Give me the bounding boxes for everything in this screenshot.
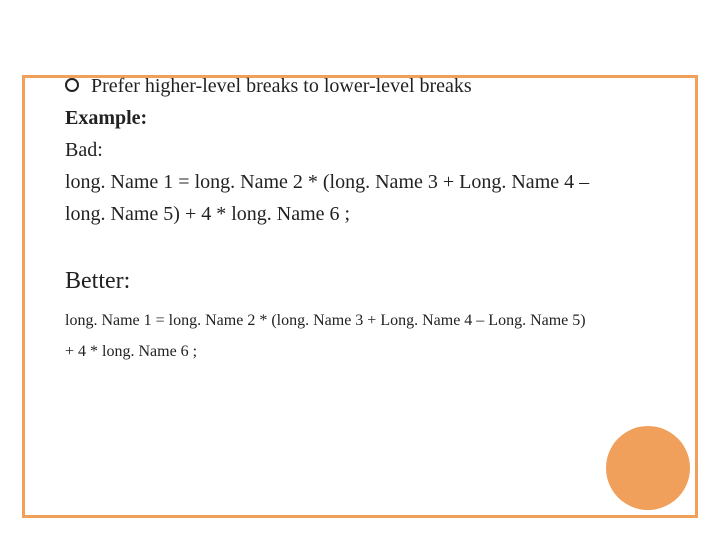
bad-code-line1: long. Name 1 = long. Name 2 * (long. Nam…	[65, 166, 655, 198]
better-code-line1: long. Name 1 = long. Name 2 * (long. Nam…	[65, 306, 655, 336]
content-area: Prefer higher-level breaks to lower-leve…	[40, 70, 680, 367]
bad-code-block: long. Name 1 = long. Name 2 * (long. Nam…	[65, 166, 655, 230]
bullet-row: Prefer higher-level breaks to lower-leve…	[65, 70, 655, 102]
better-label: Better:	[65, 262, 655, 300]
bullet-text: Prefer higher-level breaks to lower-leve…	[91, 70, 472, 102]
circle-bullet-icon	[65, 78, 79, 92]
better-code-block: long. Name 1 = long. Name 2 * (long. Nam…	[65, 306, 655, 367]
better-code-line2: + 4 * long. Name 6 ;	[65, 337, 655, 367]
accent-circle	[606, 426, 690, 510]
slide: Prefer higher-level breaks to lower-leve…	[0, 0, 720, 540]
example-label: Example:	[65, 102, 655, 134]
bad-code-line2: long. Name 5) + 4 * long. Name 6 ;	[65, 198, 655, 230]
bad-label: Bad:	[65, 134, 655, 166]
